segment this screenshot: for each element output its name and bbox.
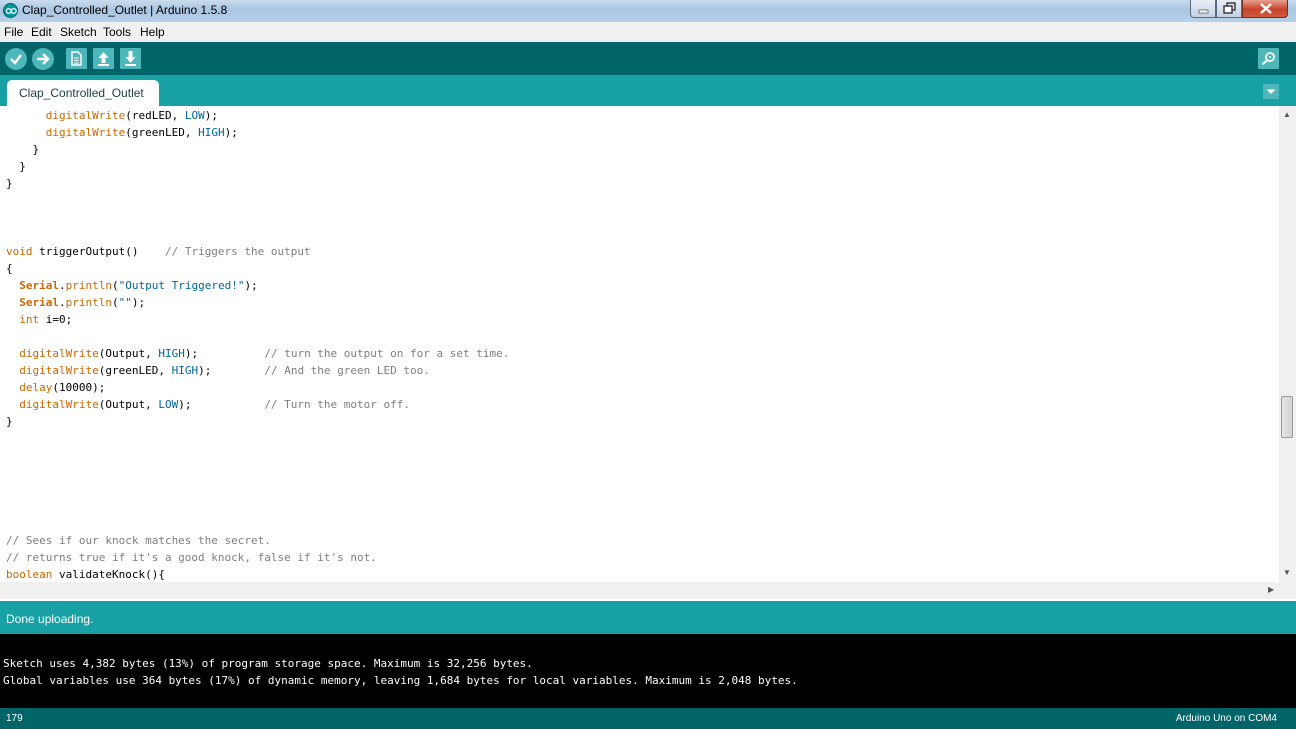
code-line: int i=0; [19, 313, 73, 326]
menu-file[interactable]: File [4, 25, 23, 39]
arduino-logo-icon [3, 3, 18, 18]
scroll-thumb[interactable] [1281, 396, 1293, 438]
new-button[interactable] [66, 48, 87, 69]
menu-tools[interactable]: Tools [103, 25, 131, 39]
code-line: } [6, 177, 13, 190]
code-line: digitalWrite(Output, HIGH); // turn the … [19, 347, 510, 360]
menu-bar: File Edit Sketch Tools Help [0, 22, 1296, 42]
checkmark-icon [10, 54, 22, 65]
scroll-down-icon[interactable]: ▼ [1283, 568, 1291, 577]
menu-edit[interactable]: Edit [31, 25, 52, 39]
line-number: 179 [6, 713, 23, 724]
open-button[interactable] [93, 48, 114, 69]
console-output[interactable]: Sketch uses 4,382 bytes (13%) of program… [0, 634, 1296, 708]
code-line: } [6, 143, 40, 156]
console-line: Sketch uses 4,382 bytes (13%) of program… [3, 657, 533, 670]
restore-icon [1223, 2, 1236, 14]
code-line: Serial.println(""); [19, 296, 146, 309]
restore-button[interactable] [1216, 0, 1242, 18]
tab-menu-button[interactable] [1263, 84, 1279, 99]
verify-button[interactable] [5, 48, 27, 70]
code-line: boolean validateKnock(){ [6, 568, 165, 581]
chevron-down-icon [1266, 89, 1276, 94]
tab-bar: Clap_Controlled_Outlet [0, 75, 1296, 106]
code-line: void triggerOutput() // Triggers the out… [6, 245, 311, 258]
arrow-up-icon [98, 52, 109, 66]
status-message: Done uploading. [6, 612, 94, 626]
minimize-icon [1198, 9, 1209, 14]
tab-label: Clap_Controlled_Outlet [19, 86, 144, 100]
tab-clap-controlled-outlet[interactable]: Clap_Controlled_Outlet [7, 80, 159, 106]
footer-bar: 179 Arduino Uno on COM4 [0, 708, 1296, 729]
save-button[interactable] [120, 48, 141, 69]
window-title: Clap_Controlled_Outlet | Arduino 1.5.8 [22, 3, 228, 17]
code-line: } [6, 415, 13, 428]
arrow-down-icon [125, 51, 136, 66]
new-file-icon [71, 51, 82, 66]
toolbar [0, 42, 1296, 75]
serial-monitor-button[interactable] [1258, 48, 1279, 69]
menu-sketch[interactable]: Sketch [60, 25, 97, 39]
board-info: Arduino Uno on COM4 [1175, 713, 1277, 724]
status-bar: Done uploading. [0, 601, 1296, 634]
minimize-button[interactable] [1190, 0, 1216, 18]
close-button[interactable] [1242, 0, 1288, 18]
menu-help[interactable]: Help [140, 25, 165, 39]
scroll-right-icon[interactable]: ▶ [1268, 585, 1274, 594]
arrow-right-icon [37, 53, 50, 65]
code-line: } [6, 160, 26, 173]
scroll-corner [1279, 582, 1296, 599]
code-line: // returns true if it's a good knock, fa… [6, 551, 377, 564]
code-line: digitalWrite(greenLED, HIGH); [45, 126, 238, 139]
code-line: digitalWrite(redLED, LOW); [45, 109, 218, 122]
horizontal-scrollbar[interactable]: ▶ [0, 582, 1279, 599]
code-line: // Sees if our knock matches the secret. [6, 534, 271, 547]
code-line: digitalWrite(greenLED, HIGH); // And the… [19, 364, 430, 377]
close-icon [1260, 3, 1272, 14]
code-line: digitalWrite(Output, LOW); // Turn the m… [19, 398, 411, 411]
console-line: Global variables use 364 bytes (17%) of … [3, 674, 798, 687]
upload-button[interactable] [32, 48, 54, 70]
code-line: Serial.println("Output Triggered!"); [19, 279, 258, 292]
magnifier-icon [1261, 52, 1275, 66]
scroll-up-icon[interactable]: ▲ [1283, 110, 1291, 119]
code-editor[interactable]: digitalWrite(redLED, LOW); digitalWrite(… [0, 106, 1279, 582]
vertical-scrollbar[interactable]: ▲ ▼ [1279, 106, 1296, 582]
title-bar: Clap_Controlled_Outlet | Arduino 1.5.8 [0, 0, 1296, 22]
code-line: { [6, 262, 13, 275]
code-line: delay(10000); [19, 381, 106, 394]
